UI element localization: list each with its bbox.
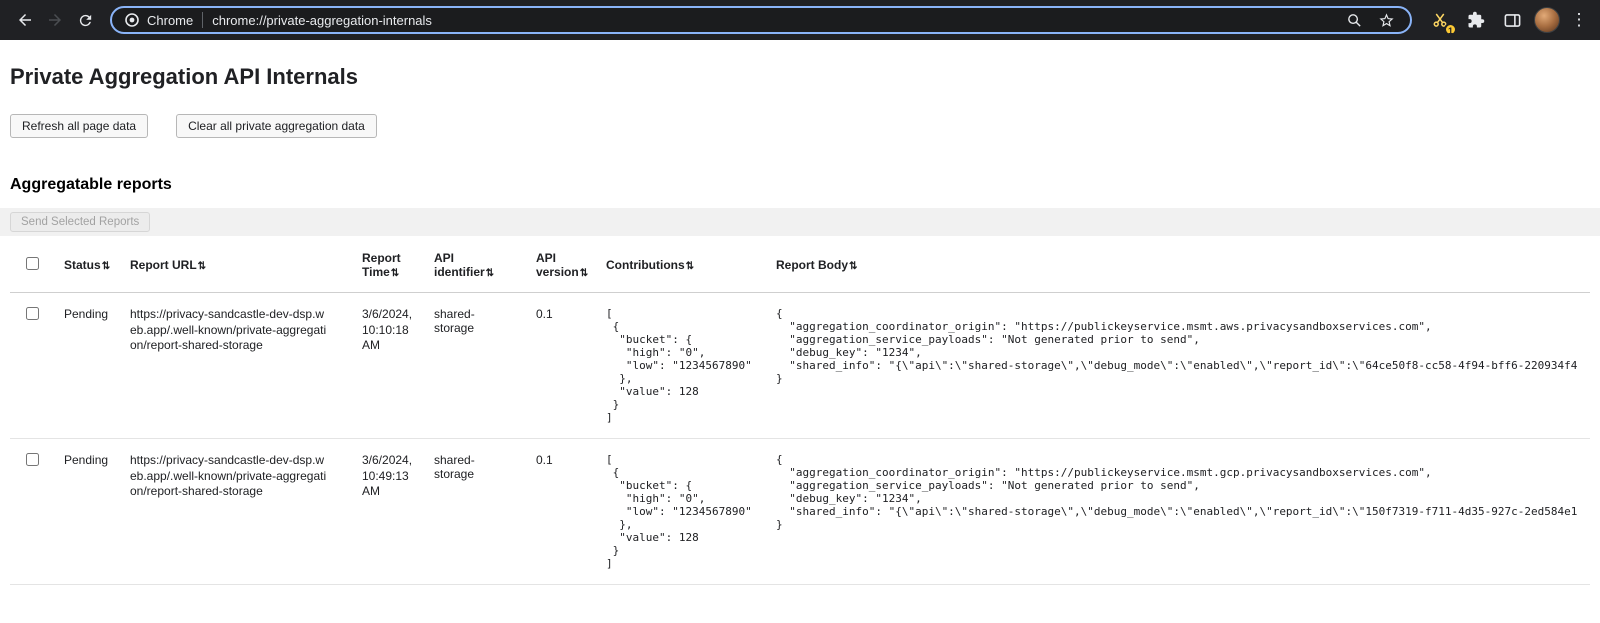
extension-badge: 1 bbox=[1444, 23, 1457, 36]
send-selected-reports-button[interactable]: Send Selected Reports bbox=[10, 212, 150, 232]
back-icon[interactable] bbox=[10, 5, 40, 35]
side-panel-icon[interactable] bbox=[1498, 6, 1526, 34]
clear-data-button[interactable]: Clear all private aggregation data bbox=[176, 114, 377, 138]
page-title: Private Aggregation API Internals bbox=[10, 64, 1590, 90]
profile-avatar[interactable] bbox=[1534, 7, 1560, 33]
report-body-cell: { "aggregation_coordinator_origin": "htt… bbox=[768, 439, 1590, 585]
contributions-cell: [ { "bucket": { "high": "0", "low": "123… bbox=[598, 293, 768, 439]
extension-action-icon[interactable]: 1 bbox=[1426, 6, 1454, 34]
reports-toolbar: Send Selected Reports bbox=[0, 208, 1600, 236]
api-version-cell: 0.1 bbox=[528, 293, 598, 439]
row-checkbox[interactable] bbox=[26, 453, 39, 466]
api-version-cell: 0.1 bbox=[528, 439, 598, 585]
extensions-puzzle-icon[interactable] bbox=[1462, 6, 1490, 34]
contributions-json: [ { "bucket": { "high": "0", "low": "123… bbox=[606, 453, 760, 570]
header-label: API version bbox=[536, 251, 579, 279]
status-cell: Pending bbox=[56, 439, 122, 585]
page-content: Private Aggregation API Internals Refres… bbox=[0, 40, 1600, 585]
select-all-checkbox[interactable] bbox=[26, 257, 39, 270]
header-report-time[interactable]: Report Time⇅ bbox=[354, 236, 426, 293]
sort-arrows-icon: ⇅ bbox=[486, 268, 494, 279]
sort-arrows-icon: ⇅ bbox=[580, 268, 588, 279]
select-all-cell bbox=[10, 236, 56, 293]
report-url-cell: https://privacy-sandcastle-dev-dsp.web.a… bbox=[122, 439, 354, 585]
row-checkbox-cell bbox=[10, 439, 56, 585]
header-label: Status bbox=[64, 258, 101, 272]
header-report-url[interactable]: Report URL⇅ bbox=[122, 236, 354, 293]
browser-toolbar: Chrome chrome://private-aggregation-inte… bbox=[0, 0, 1600, 40]
section-title: Aggregatable reports bbox=[10, 176, 1590, 194]
contributions-json: [ { "bucket": { "high": "0", "low": "123… bbox=[606, 307, 760, 424]
forward-icon[interactable] bbox=[40, 5, 70, 35]
action-buttons: Refresh all page data Clear all private … bbox=[10, 114, 1590, 138]
reload-icon[interactable] bbox=[70, 5, 100, 35]
header-api-version[interactable]: API version⇅ bbox=[528, 236, 598, 293]
address-bar[interactable]: Chrome chrome://private-aggregation-inte… bbox=[110, 6, 1412, 34]
header-report-body[interactable]: Report Body⇅ bbox=[768, 236, 1590, 293]
report-body-cell: { "aggregation_coordinator_origin": "htt… bbox=[768, 293, 1590, 439]
header-contributions[interactable]: Contributions⇅ bbox=[598, 236, 768, 293]
api-identifier-cell: shared-storage bbox=[426, 439, 528, 585]
row-checkbox-cell bbox=[10, 293, 56, 439]
table-row: Pending https://privacy-sandcastle-dev-d… bbox=[10, 439, 1590, 585]
sort-arrows-icon: ⇅ bbox=[849, 261, 857, 272]
row-checkbox[interactable] bbox=[26, 307, 39, 320]
report-time-cell: 3/6/2024, 10:10:18 AM bbox=[354, 293, 426, 439]
report-body-json: { "aggregation_coordinator_origin": "htt… bbox=[776, 307, 1582, 385]
sort-arrows-icon: ⇅ bbox=[198, 261, 206, 272]
sort-arrows-icon: ⇅ bbox=[686, 261, 694, 272]
contributions-cell: [ { "bucket": { "high": "0", "low": "123… bbox=[598, 439, 768, 585]
aggregatable-reports-table: Status⇅ Report URL⇅ Report Time⇅ API ide… bbox=[10, 236, 1590, 585]
report-url-cell: https://privacy-sandcastle-dev-dsp.web.a… bbox=[122, 293, 354, 439]
reports-table-body: Pending https://privacy-sandcastle-dev-d… bbox=[10, 293, 1590, 585]
bookmark-star-icon[interactable] bbox=[1374, 8, 1398, 32]
omnibox-divider bbox=[202, 12, 203, 28]
status-cell: Pending bbox=[56, 293, 122, 439]
zoom-icon[interactable] bbox=[1342, 8, 1366, 32]
menu-kebab-icon[interactable]: ⋮ bbox=[1568, 10, 1590, 30]
report-time-cell: 3/6/2024, 10:49:13 AM bbox=[354, 439, 426, 585]
toolbar-right-icons: 1 ⋮ bbox=[1426, 6, 1590, 34]
api-identifier-cell: shared-storage bbox=[426, 293, 528, 439]
table-header-row: Status⇅ Report URL⇅ Report Time⇅ API ide… bbox=[10, 236, 1590, 293]
header-status[interactable]: Status⇅ bbox=[56, 236, 122, 293]
sort-arrows-icon: ⇅ bbox=[102, 261, 110, 272]
header-label: API identifier bbox=[434, 251, 485, 279]
chrome-chip-label: Chrome bbox=[147, 13, 193, 28]
table-row: Pending https://privacy-sandcastle-dev-d… bbox=[10, 293, 1590, 439]
report-body-json: { "aggregation_coordinator_origin": "htt… bbox=[776, 453, 1582, 531]
url-text: chrome://private-aggregation-internals bbox=[212, 13, 1334, 28]
chrome-logo-icon bbox=[124, 12, 140, 28]
header-api-identifier[interactable]: API identifier⇅ bbox=[426, 236, 528, 293]
header-label: Report URL bbox=[130, 258, 197, 272]
refresh-button[interactable]: Refresh all page data bbox=[10, 114, 148, 138]
header-label: Report Body bbox=[776, 258, 848, 272]
sort-arrows-icon: ⇅ bbox=[391, 268, 399, 279]
header-label: Contributions bbox=[606, 258, 685, 272]
